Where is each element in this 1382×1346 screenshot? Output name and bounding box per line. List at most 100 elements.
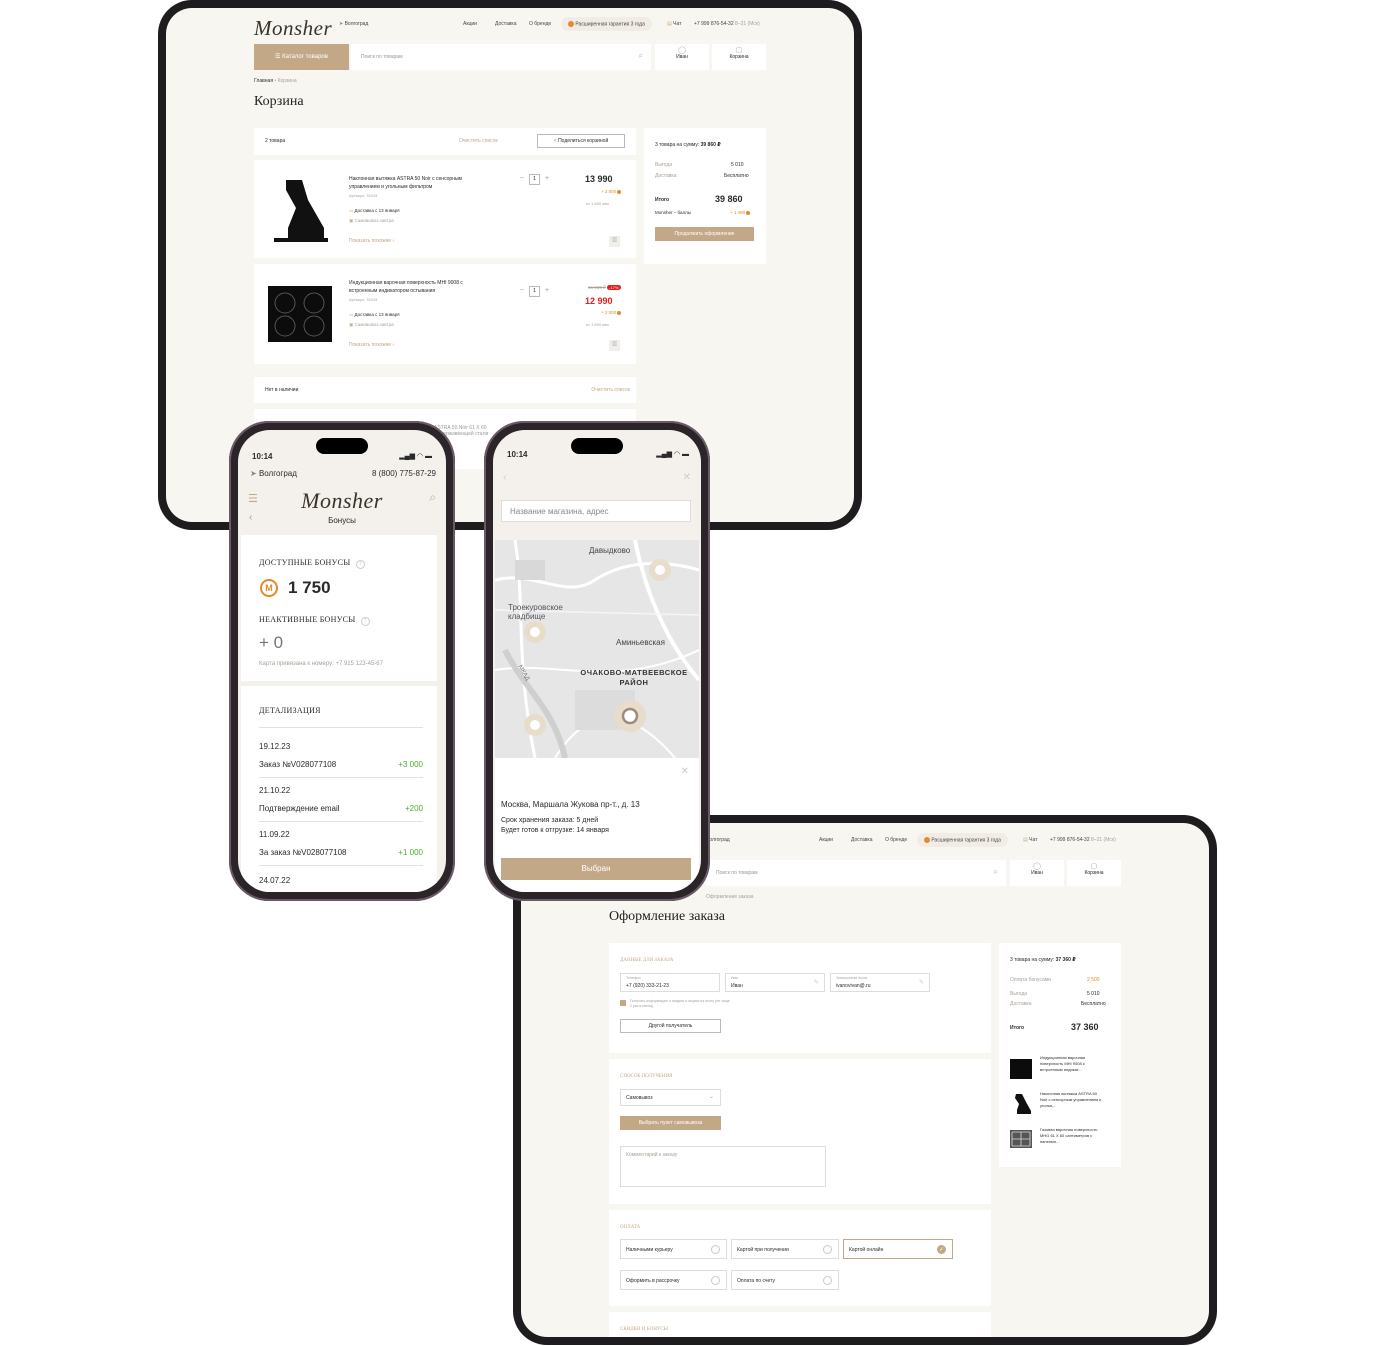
bonus-icon [746, 210, 751, 215]
warranty-icon [568, 21, 574, 27]
not-available-header: Нет в наличии Очистить список [254, 377, 636, 403]
store-search-input[interactable]: Название магазина, адрес [501, 500, 691, 522]
payment-option-installment[interactable]: Оформить в рассрочку [620, 1270, 727, 1290]
comment-textarea[interactable]: Комментарий к заказу [620, 1146, 826, 1187]
user-button[interactable]: ◯ Иван [655, 44, 709, 70]
delete-item-icon[interactable]: ▥ [609, 236, 620, 247]
bonus-icon [617, 310, 622, 315]
payment-option-invoice[interactable]: Оплата по счету [731, 1270, 839, 1290]
chat-link[interactable]: ▤ Чат [667, 21, 681, 27]
breadcrumb-current: Корзина [277, 78, 297, 84]
item-sku: Артикул: 76243 [349, 297, 378, 302]
share-icon: < [553, 138, 557, 144]
nav-delivery[interactable]: Доставка [851, 837, 872, 843]
clear-list-link[interactable]: Очистить список [591, 387, 630, 393]
item-delivery: ▭ Доставка с 13 января [349, 312, 400, 317]
header-phone[interactable]: +7 999 876-54-32 8–21 (Мск) [1050, 837, 1116, 843]
nav-about[interactable]: О бренде [529, 21, 551, 27]
other-recipient-button[interactable]: Другой получатель [620, 1019, 721, 1033]
map-label: Аминьевская [616, 638, 665, 647]
brand-logo[interactable]: Monsher [238, 488, 446, 514]
item-name[interactable]: Наклонная вытяжка ASTRA 50 Noir с сенсор… [349, 175, 489, 191]
transaction-title: За заказ №V028077108 [259, 848, 347, 857]
warranty-badge[interactable]: Расширенная гарантия 3 года [917, 833, 1008, 848]
phone-field[interactable]: Телефон +7 (920) 333-21-23 [620, 973, 720, 992]
search-input[interactable]: Поиск по товарам ⌕ [706, 860, 1006, 886]
catalog-button[interactable]: ☰ Каталог товаров [254, 44, 349, 70]
transaction-amount: +3 000 [398, 760, 423, 769]
search-icon[interactable]: ⌕ [639, 51, 643, 61]
breadcrumb-home[interactable]: Главная [254, 78, 273, 84]
city-selector[interactable]: ➤ Волгоград [339, 21, 368, 27]
back-icon[interactable]: ‹ [503, 472, 506, 483]
nav-about[interactable]: О бренде [885, 837, 907, 843]
header-phone[interactable]: +7 999 876-54-32 8–21 (Мск) [694, 21, 760, 27]
city-selector[interactable]: ➤ Волгоград [250, 469, 297, 478]
warranty-badge[interactable]: Расширенная гарантия 3 года [561, 17, 652, 32]
radio-button[interactable] [823, 1276, 832, 1285]
search-icon[interactable]: ⌕ [429, 490, 436, 505]
chat-link[interactable]: ▤ Чат [1023, 837, 1037, 843]
chevron-down-icon: ⌄ [708, 1094, 714, 1100]
map-phone-frame: 10:14 ▂▄▆ ◠ ▬ ‹ ✕ Название магазина, адр… [484, 421, 710, 901]
consent-checkbox[interactable] [620, 1000, 626, 1006]
nav-delivery[interactable]: Доставка [495, 21, 516, 27]
search-input[interactable]: Поиск по товарам ⌕ [351, 44, 651, 70]
edit-icon[interactable]: ✎ [919, 979, 924, 986]
show-similar-link[interactable]: Показать похожие › [349, 342, 394, 348]
pickup-map[interactable]: Давыдково Троекуровское кладбище Аминьев… [495, 540, 699, 758]
pickup-address: Москва, Маршала Жукова пр-т., д. 13 [501, 800, 640, 809]
email-field[interactable]: Электронная почта ivanovivan@.ru ✎ [830, 973, 930, 992]
payment-option-cash[interactable]: Наличными курьеру [620, 1239, 727, 1259]
increment-button[interactable]: + [545, 175, 549, 182]
truck-icon: ▭ [349, 312, 354, 317]
radio-button[interactable] [823, 1245, 832, 1254]
name-field[interactable]: Имя Иван ✎ [725, 973, 825, 992]
user-button[interactable]: ◯ Иван [1010, 860, 1064, 886]
dynamic-island [571, 438, 623, 454]
brand-logo[interactable]: Monsher [254, 16, 332, 41]
close-icon[interactable]: ✕ [681, 766, 689, 777]
transaction-date: 11.09.22 [259, 830, 290, 839]
help-icon[interactable]: ? [360, 617, 370, 626]
decrement-button[interactable]: − [520, 287, 524, 294]
chat-icon: ▤ [667, 21, 672, 27]
close-icon[interactable]: ✕ [683, 472, 691, 483]
cart-button[interactable]: ▢ Корзина [1067, 860, 1121, 886]
quantity-value[interactable]: 1 [529, 286, 541, 297]
continue-checkout-button[interactable]: Продолжить оформление [655, 227, 754, 241]
map-label: Давыдково [589, 546, 631, 555]
share-cart-button[interactable]: < Поделиться корзиной [537, 134, 625, 148]
card-bound-text: Карта привязана к номеру: +7 915 123-45-… [259, 661, 383, 667]
radio-button[interactable] [711, 1245, 720, 1254]
phone-number[interactable]: 8 (800) 775-87-29 [372, 469, 436, 478]
delete-item-icon[interactable]: ▥ [609, 340, 620, 351]
search-icon[interactable]: ⌕ [994, 867, 998, 877]
payment-option-card-on-delivery[interactable]: Картой при получении [731, 1239, 839, 1259]
choose-pickup-point-button[interactable]: Выбрать пункт самовывоза [620, 1116, 721, 1130]
edit-icon[interactable]: ✎ [814, 979, 819, 986]
payment-section: оплата Наличными курьеру Картой при полу… [609, 1210, 991, 1306]
quantity-stepper[interactable]: − 1 + [520, 174, 549, 185]
receive-method-select[interactable]: Самовывоз ⌄ [620, 1089, 721, 1106]
selected-button[interactable]: Выбран [501, 858, 691, 880]
order-item-name: Газовая варочная поверхность MHG 61 X 60… [1040, 1127, 1098, 1144]
clear-list-link[interactable]: Очистить список [459, 138, 498, 144]
show-similar-link[interactable]: Показать похожие › [349, 238, 394, 244]
quantity-stepper[interactable]: − 1 + [520, 286, 549, 297]
radio-button[interactable] [711, 1276, 720, 1285]
decrement-button[interactable]: − [520, 175, 524, 182]
radio-button-checked[interactable]: ✓ [937, 1245, 946, 1254]
quantity-value[interactable]: 1 [529, 174, 541, 185]
item-price: 13 990 [585, 174, 613, 184]
nav-promotions[interactable]: Акции [463, 21, 477, 27]
help-icon[interactable]: ? [355, 560, 365, 569]
nav-promotions[interactable]: Акции [819, 837, 833, 843]
cart-button[interactable]: ▢ Корзина [712, 44, 766, 70]
summary-total: 3 товара на сумму: 39 860 ₽ [655, 142, 721, 148]
item-installment: от 1 890 мес [586, 322, 610, 327]
payment-option-card-online[interactable]: Картой онлайн ✓ [843, 1239, 953, 1259]
increment-button[interactable]: + [545, 287, 549, 294]
item-name[interactable]: Индукционная варочная поверхность MHI 90… [349, 279, 489, 295]
cooktop-image [268, 286, 332, 342]
